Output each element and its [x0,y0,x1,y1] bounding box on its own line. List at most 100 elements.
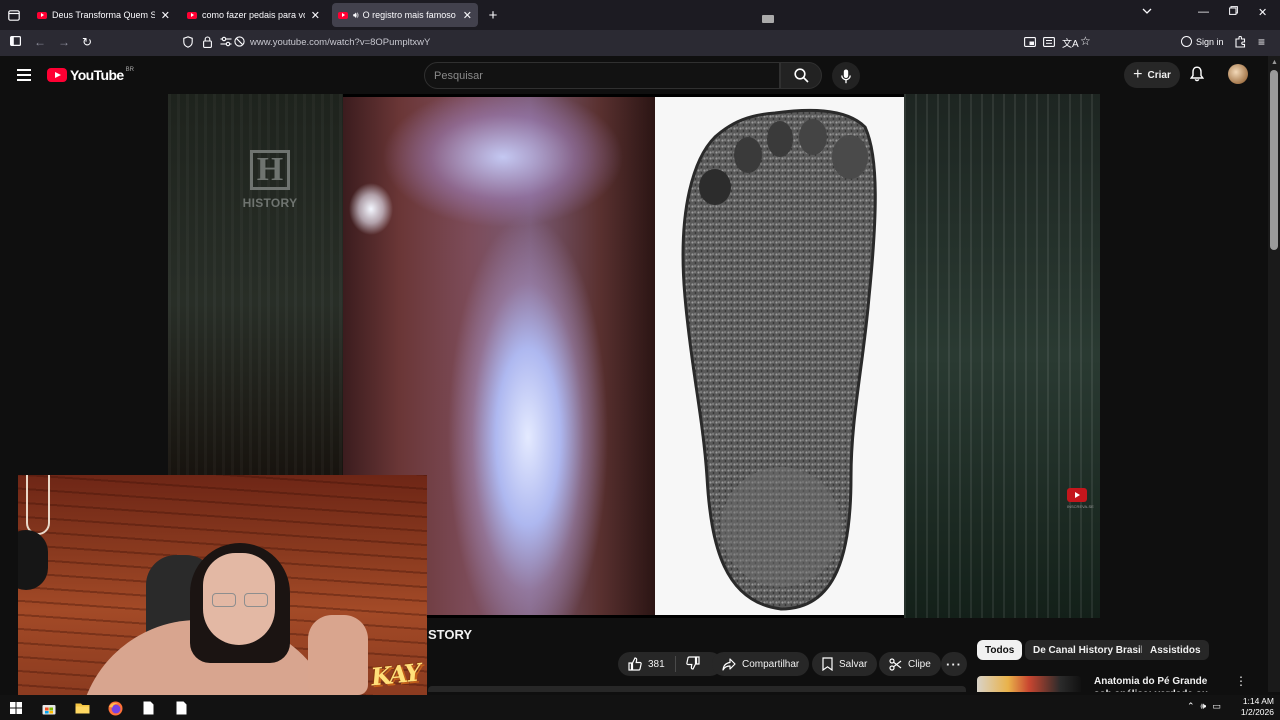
share-icon [722,657,736,671]
chip-from-channel[interactable]: De Canal History Brasil [1025,640,1152,660]
like-divider [674,656,676,672]
minimize-window-button[interactable]: — [1198,6,1209,18]
youtube-subscribe-icon [1067,488,1087,502]
file-explorer-icon[interactable] [74,700,90,716]
footprint-cast-image [655,97,904,615]
voice-search-button[interactable] [832,62,860,90]
tab-title: como fazer pedais para volante [202,10,305,20]
create-label: Criar [1147,69,1171,81]
translate-icon[interactable]: 文A [1062,35,1079,50]
youtube-play-logo-icon [47,68,67,82]
browser-tab-active[interactable]: 🔊︎ O registro mais famoso do ✕ [332,3,478,27]
address-bar[interactable]: www.youtube.com/watch?v=8OPumpltxwY [250,37,430,48]
tab-title: O registro mais famoso do [362,10,457,20]
system-tray: ⌃ 🕪︎ ▭ [1187,701,1221,712]
reload-button[interactable]: ↻ [82,35,92,49]
dislike-button[interactable] [685,655,700,673]
history-channel-watermark: H HISTORY [242,150,298,210]
like-button[interactable]: 381 [628,657,665,671]
maximize-window-button[interactable] [1229,6,1238,18]
browser-nav-bar: ← → ↻ www.youtube.com/watch?v=8OPumpltxw… [0,30,1280,56]
permissions-icon[interactable] [220,36,232,50]
close-tab-icon[interactable]: ✕ [463,9,472,22]
tracking-protection-icon[interactable] [183,36,193,51]
like-count: 381 [648,658,665,670]
webcam-person-hand [308,615,368,695]
document-icon[interactable] [173,700,189,716]
bookmark-icon [822,657,833,671]
webcam-person-glasses [212,593,268,607]
history-watermark-text: HISTORY [242,196,298,210]
windows-start-icon[interactable] [8,700,24,716]
sign-in-button[interactable]: Sign in [1181,36,1224,47]
guide-menu-icon[interactable] [17,69,31,81]
scrollbar-thumb[interactable] [1270,70,1278,250]
microphone-icon [841,69,851,83]
menu-icon[interactable]: ≡ [1258,35,1265,49]
headphone-strap [26,475,50,535]
forward-button[interactable]: → [58,35,70,49]
more-vertical-icon[interactable]: ⋮ [1235,674,1247,688]
tab-list-icon[interactable] [5,6,23,24]
browser-tab-2[interactable]: como fazer pedais para volante ✕ [181,3,326,27]
reader-view-icon[interactable] [1043,36,1055,50]
clock-time: 1:14 AM [1242,696,1274,706]
close-tab-icon[interactable]: ✕ [311,9,320,22]
tab-title: Deus Transforma Quem Se Arrepende [52,10,155,20]
more-actions-button[interactable]: ··· [941,652,967,676]
recommended-video-thumbnail[interactable] [977,676,1081,692]
like-dislike-group: 381 [618,652,722,676]
browser-tab-strip: Deus Transforma Quem Se Arrepende ✕ como… [0,0,1280,30]
speaker-icon[interactable]: 🕪︎ [1201,701,1207,712]
recommended-video-item[interactable]: Anatomia do Pé Grande sob análise: verda… [977,673,1257,692]
virtual-keyboard-icon[interactable] [762,15,774,23]
save-button[interactable]: Salvar [812,652,878,676]
youtube-masthead: YouTube BR + Criar [0,15,1268,94]
search-button[interactable] [780,62,822,89]
new-tab-button[interactable]: + [484,6,502,24]
clip-button[interactable]: Clipe [879,652,941,676]
page-scrollbar[interactable]: ▲ [1268,56,1280,692]
search-input[interactable] [434,68,754,84]
close-window-button[interactable]: ✕ [1258,6,1267,19]
clock-date: 1/2/2026 [1240,707,1274,717]
search-box [424,62,780,89]
picture-in-picture-icon[interactable] [1024,36,1036,50]
microsoft-store-icon[interactable] [41,700,57,716]
sidebar-toggle-icon[interactable] [10,35,22,49]
document-icon[interactable] [140,700,156,716]
scroll-up-arrow-icon[interactable]: ▲ [1271,59,1278,66]
list-all-tabs-icon[interactable] [1142,6,1152,18]
chip-all[interactable]: Todos [977,640,1023,660]
subscribe-watermark[interactable]: INSCREVA-SE [1067,488,1094,509]
more-horizontal-icon: ··· [946,656,962,672]
share-button[interactable]: Compartilhar [712,652,810,676]
extensions-icon[interactable] [1235,35,1246,51]
webcam-shadow [18,530,48,590]
close-tab-icon[interactable]: ✕ [161,9,170,22]
youtube-logo[interactable]: YouTube BR [47,67,134,83]
youtube-favicon-icon [338,11,348,19]
chevron-up-icon[interactable]: ⌃ [1187,701,1195,712]
speaker-icon[interactable]: 🔊︎ [353,10,359,21]
description-box[interactable] [428,686,966,692]
chip-watched[interactable]: Assistidos [1142,640,1209,660]
video-frame-right-panel [904,94,1100,618]
browser-tab-1[interactable]: Deus Transforma Quem Se Arrepende ✕ [31,3,176,27]
youtube-favicon-icon [37,11,47,19]
firefox-icon[interactable] [107,700,123,716]
thumbs-up-icon [628,657,642,671]
thumbs-down-icon [685,655,700,670]
taskbar-clock[interactable]: 1:14 AM 1/2/2026 [1234,696,1274,718]
network-icon[interactable]: ▭ [1212,701,1221,712]
autoplay-blocked-icon[interactable] [234,36,245,50]
bookmark-star-icon[interactable]: ☆ [1080,34,1091,48]
notifications-button[interactable] [1189,66,1205,87]
country-code: BR [125,67,134,73]
avatar[interactable] [1228,64,1248,84]
create-button[interactable]: + Criar [1124,62,1180,88]
recommended-video-title[interactable]: Anatomia do Pé Grande sob análise: verda… [1094,675,1224,692]
back-button[interactable]: ← [34,35,46,49]
lock-icon[interactable] [203,36,212,51]
account-icon [1181,36,1192,47]
